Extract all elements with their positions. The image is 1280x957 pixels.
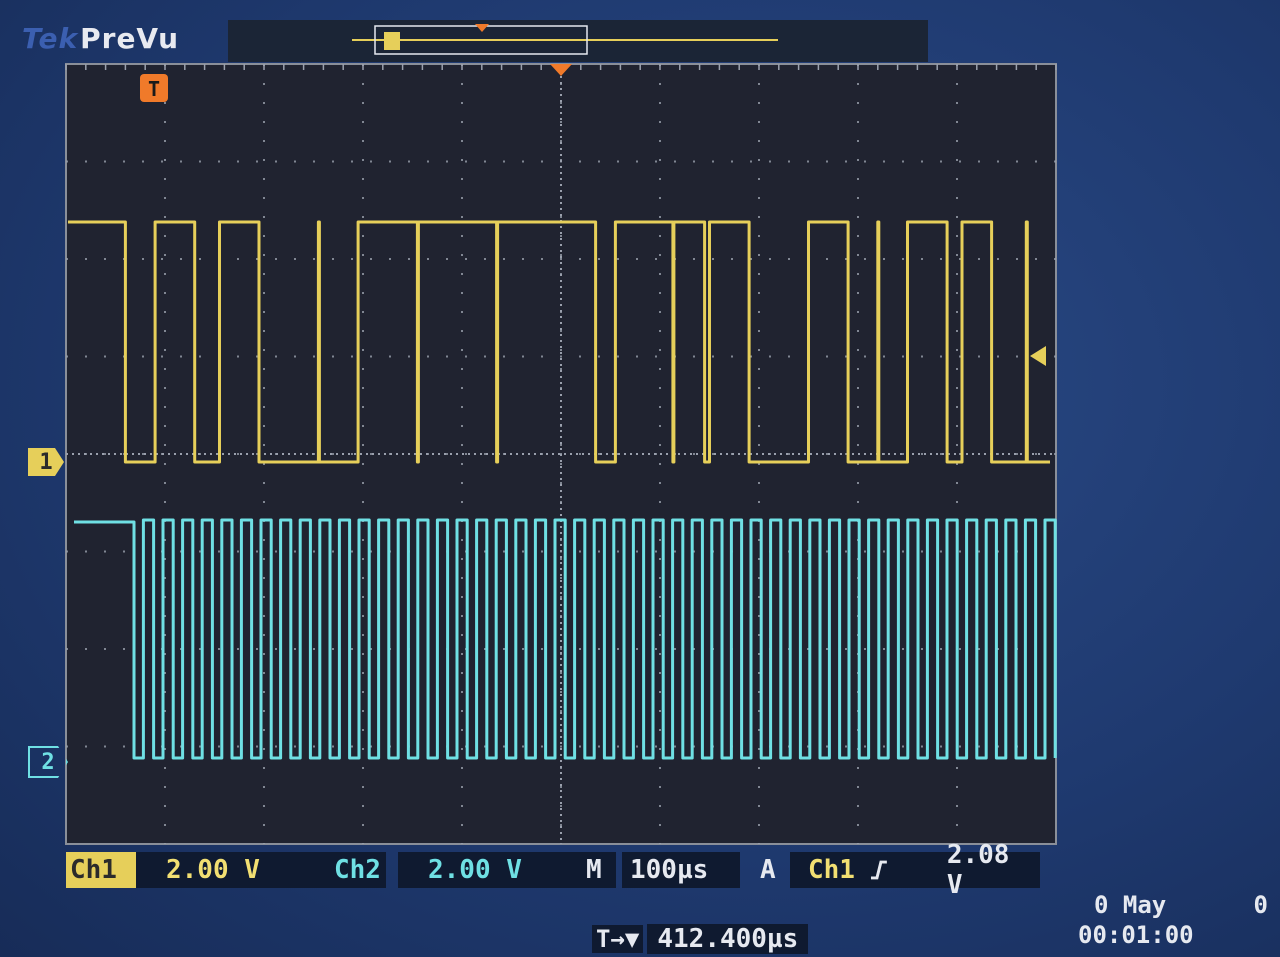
graticule-display: T bbox=[65, 24, 1057, 845]
trigger-source: Ch1 bbox=[808, 855, 855, 885]
ch1-label[interactable]: Ch1 bbox=[66, 852, 136, 888]
date-text: 0 May bbox=[1094, 891, 1167, 919]
trigger-label: A bbox=[760, 855, 776, 885]
date-extra: 0 bbox=[1253, 891, 1268, 919]
oscilloscope-screen: TekPreVu T 1 2 Ch1 2.00 V Ch2 2.00 V M 1… bbox=[0, 0, 1280, 957]
timebase-label: M bbox=[586, 855, 602, 885]
status-bar: Ch1 2.00 V Ch2 2.00 V M 100µs A Ch1 2.08… bbox=[66, 840, 1056, 900]
trigger-level: 2.08 V bbox=[946, 840, 1010, 900]
trigger-readout[interactable]: Ch1 2.08 V bbox=[790, 840, 1040, 900]
record-t-icon bbox=[384, 32, 400, 50]
ch2-label[interactable]: Ch2 bbox=[330, 852, 400, 888]
ch2-waveform bbox=[74, 518, 1057, 760]
timebase-value[interactable]: 100µs bbox=[622, 852, 740, 888]
trigger-position-value: 412.400µs bbox=[647, 924, 809, 954]
time-text: 00:01:00 bbox=[1078, 921, 1194, 949]
ch2-scale: 2.00 V bbox=[398, 852, 616, 888]
rising-edge-icon bbox=[870, 860, 887, 880]
trigger-position-arrow-icon: T→▼ bbox=[592, 925, 644, 953]
datetime-display: 0 May 0 00:01:00 bbox=[1078, 890, 1268, 950]
trigger-t-letter: T bbox=[148, 77, 160, 101]
trigger-position-readout[interactable]: T→▼ 412.400µs bbox=[592, 922, 809, 956]
record-trigger-icon bbox=[475, 24, 489, 32]
